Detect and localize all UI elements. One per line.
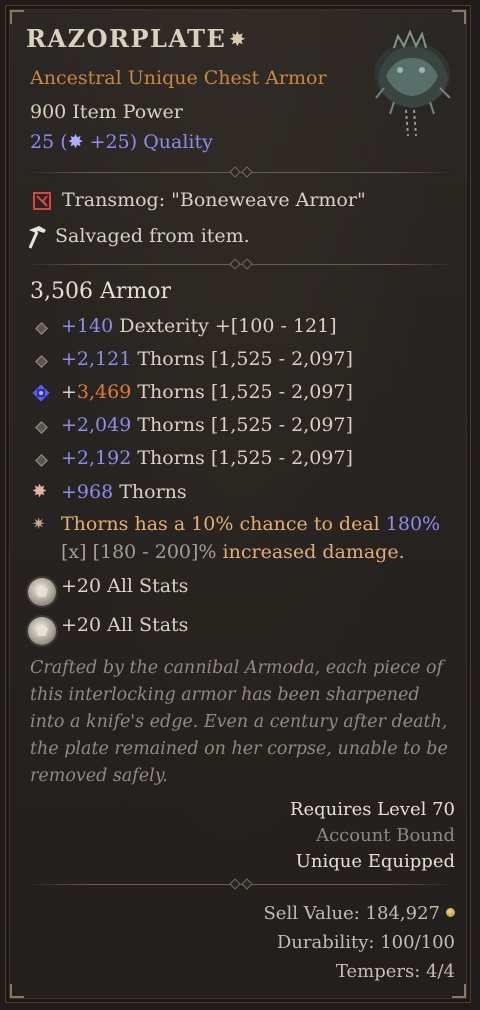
required-level: Requires Level 70 (289, 799, 455, 820)
affix-line: +2,121 Thorns [1,525 - 2,097] (61, 348, 353, 370)
affix-text: Thorns [1,525 - 2,097] (131, 414, 353, 436)
unique-star-icon: ✸ (229, 27, 246, 51)
socket-gem-icon (28, 617, 56, 645)
item-name: RAZORPLATE (26, 24, 227, 53)
socket-stat: +20 All Stats (61, 575, 189, 597)
armor-value: 3,506 Armor (30, 279, 172, 304)
power-range: [x] [180 - 200]% (61, 541, 217, 563)
affix-line: +2,192 Thorns [1,525 - 2,097] (61, 447, 353, 469)
corner-ornament (10, 10, 24, 24)
unique-equipped: Unique Equipped (295, 851, 455, 872)
quality-bonus: +25) (89, 131, 138, 153)
affix-text: Thorns [1,525 - 2,097] (131, 348, 353, 370)
affix-text: Dexterity +[100 - 121] (113, 315, 337, 337)
socket-stat: +20 All Stats (61, 614, 189, 636)
implicit-star-icon: ✸ (32, 481, 48, 502)
gold-coin-icon (446, 908, 455, 917)
flavor-text: Crafted by the cannibal Armoda, each pie… (30, 658, 448, 786)
hammer-icon (28, 226, 46, 249)
account-bound: Account Bound (316, 825, 455, 846)
divider-ornament (226, 880, 256, 888)
item-power: 900 Item Power (30, 101, 183, 123)
unique-power-line-1: Thorns has a 10% chance to deal 180% (61, 513, 440, 535)
transmog-text: Transmog: "Boneweave Armor" (62, 189, 366, 211)
affix-line: +140 Dexterity +[100 - 121] (61, 315, 337, 337)
transmog-icon (33, 192, 51, 210)
affix-text: Thorns [1,525 - 2,097] (131, 381, 353, 403)
divider-ornament (226, 168, 256, 176)
affix-value: +2,192 (61, 447, 132, 469)
chest-armor-image (374, 29, 451, 136)
legendary-power-icon: ✷ (32, 514, 46, 533)
corner-ornament (10, 984, 24, 998)
affix-value: +2,121 (61, 348, 132, 370)
implicit-text: Thorns (113, 481, 187, 503)
item-type: Ancestral Unique Chest Armor (30, 67, 327, 89)
greater-affix-icon (32, 384, 50, 402)
implicit-line: +968 Thorns (61, 481, 187, 503)
quality-spark-icon: ✸ (67, 131, 84, 153)
affix-value: +140 (61, 315, 114, 337)
socket-gem-icon (28, 578, 56, 606)
power-text: increased damage. (216, 541, 405, 563)
affix-line: +2,049 Thorns [1,525 - 2,097] (61, 414, 353, 436)
corner-ornament (452, 984, 466, 998)
affix-text: Thorns [1,525 - 2,097] (131, 447, 353, 469)
affix-value: +2,049 (61, 414, 132, 436)
tempers: Tempers: 4/4 (335, 961, 455, 982)
item-quality: 25 (✸ +25) Quality (30, 131, 213, 153)
quality-base: 25 (30, 131, 55, 153)
power-text: Thorns has a 10% chance to deal (61, 513, 386, 535)
affix-value: 3,469 (76, 381, 132, 403)
sell-value-text: Sell Value: 184,927 (263, 903, 440, 924)
quality-paren: ( (60, 131, 68, 153)
implicit-value: +968 (61, 481, 114, 503)
affix-line: +3,469 Thorns [1,525 - 2,097] (61, 381, 353, 403)
power-value: 180% (385, 513, 441, 535)
divider-ornament (226, 260, 256, 268)
affix-prefix: + (61, 381, 77, 403)
salvaged-text: Salvaged from item. (55, 225, 250, 247)
quality-label: Quality (143, 131, 213, 153)
durability: Durability: 100/100 (276, 932, 455, 953)
unique-power-line-2: [x] [180 - 200]% increased damage. (61, 541, 405, 563)
sell-value: Sell Value: 184,927 (263, 903, 455, 924)
